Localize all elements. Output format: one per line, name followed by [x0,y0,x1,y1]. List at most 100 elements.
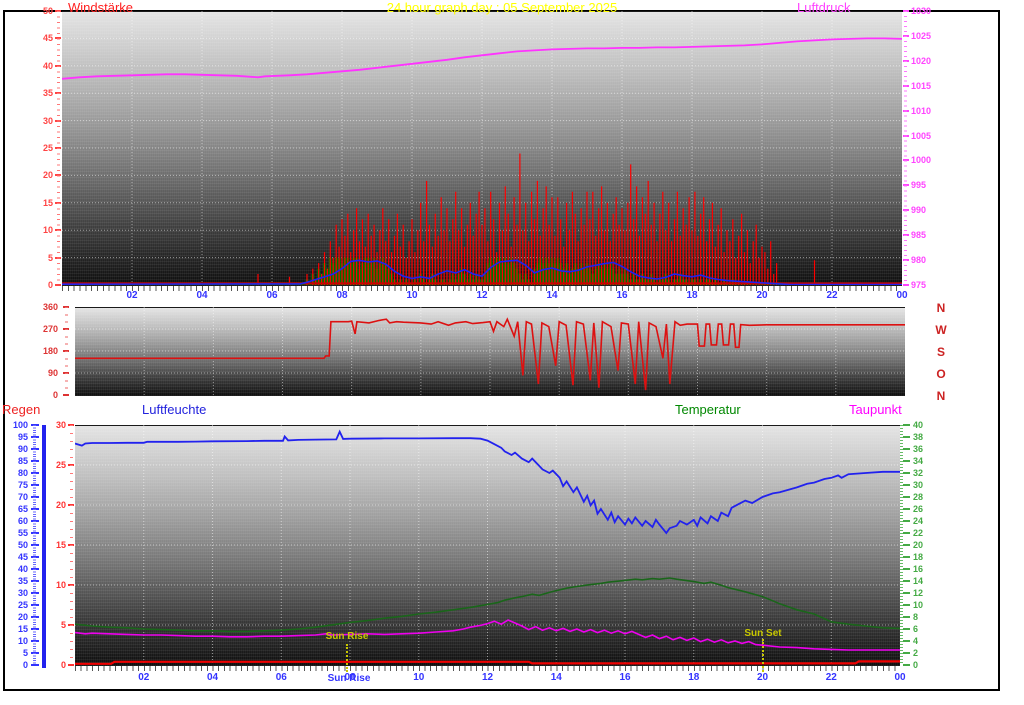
pressure-axis-label: 980 [911,255,927,266]
chart3-xaxis-minor-ticks [75,666,900,671]
pressure-label: Luftdruck [797,0,851,15]
temperature-axis-tick [903,520,910,522]
sunset-line [762,639,764,672]
temperature-axis-minor-ticks [900,425,903,665]
chart1-xaxis-label: 20 [756,290,768,301]
chart1-xaxis-label: 12 [476,290,488,301]
rain-label: Regen [2,402,41,417]
humidity-axis-label: 100 [12,420,28,430]
direction-axis-label: 180 [42,346,58,356]
direction-axis-minor-ticks [65,307,68,395]
chart1-xaxis-label: 22 [826,290,838,301]
pressure-axis-label: 1020 [911,55,932,66]
humidity-axis-label: 25 [17,600,28,610]
chart3-xaxis-label: 12 [481,672,494,683]
humidity-axis-label: 40 [17,564,28,574]
chart3-xaxis-label: 06 [275,672,287,683]
temperature-axis-tick [903,592,910,594]
wind-axis-label: 25 [42,143,53,153]
wind-axis-label: 35 [42,88,53,99]
compass-letter: N [936,301,946,315]
compass-letter: N [936,389,946,403]
weather-graph-page: Windstärke 24 hour graph day : 05 Septem… [0,0,1024,705]
chart1-xaxis-label: 00 [896,290,908,301]
chart3-xaxis-label: 18 [688,672,700,683]
humidity-axis-label: 50 [17,540,28,550]
humidity-axis-label: 0 [22,660,28,670]
wind-strength-label: Windstärke [68,0,134,15]
temperature-axis-label: 8 [913,612,919,622]
wind-axis-minor-ticks [57,11,60,285]
chart3-xaxis-label: 04 [206,672,219,683]
temperature-label: Temperatur [675,402,741,417]
temperature-axis-label: 22 [913,528,924,538]
humidity-axis-label: 30 [17,588,28,598]
chart1-xaxis-label: 06 [266,290,278,301]
temperature-axis-tick [903,508,910,510]
chart1-xaxis-label: 08 [336,290,348,301]
humidity-axis-label: 15 [17,624,28,634]
chart3-xaxis-label: 14 [550,672,562,683]
temperature-axis-label: 20 [913,540,924,550]
temperature-axis-label: 12 [913,588,924,598]
humidity-axis-label: 65 [17,504,28,514]
humidity-axis-label: 20 [17,612,28,622]
chart1-xaxis-label: 04 [196,290,208,301]
sunset-marker-label: Sun Set [744,628,782,639]
pressure-axis-label: 985 [911,230,927,241]
chart1-xaxis-label: 10 [406,290,418,301]
temperature-axis-tick [903,568,910,570]
humidity-axis-label: 55 [17,528,28,538]
dewpoint-label: Taupunkt [849,402,902,417]
wind-direction-svg [75,307,905,395]
temperature-axis-label: 10 [913,600,924,610]
pressure-axis-label: 1030 [911,6,932,16]
chart1-xaxis-label: 02 [126,290,138,301]
temperature-axis-label: 38 [913,432,924,442]
compass-letter: S [936,345,945,359]
rain-axis-label: 30 [55,420,66,430]
rain-series [75,660,900,665]
wind-axis-label: 30 [42,115,53,126]
graph-title: 24 hour graph day : 05 September 2025 [386,0,618,15]
wind-axis-label: 45 [42,33,53,44]
rain-axis-minor-ticks [70,425,73,665]
temperature-axis-label: 16 [913,564,924,574]
temperature-axis-tick [903,616,910,618]
temperature-axis-tick [903,544,910,546]
humidity-axis-label: 70 [17,492,28,502]
temperature-axis-label: 40 [913,420,924,430]
pressure-axis-label: 1005 [911,130,932,141]
temperature-axis-tick [903,604,910,606]
temperature-axis-label: 0 [913,660,919,670]
temperature-axis-tick [903,448,910,450]
chart3-xaxis-label: 22 [825,672,837,683]
rain-axis-label: 25 [55,460,66,470]
temperature-axis-label: 34 [913,456,924,466]
humidity-label: Luftfeuchte [142,402,207,417]
temperature-axis-tick [903,436,910,438]
wind-axis-label: 0 [47,280,53,290]
sunrise-line [346,644,348,672]
chart1-xaxis-label: 14 [546,290,558,301]
temperature-axis-label: 6 [913,624,919,634]
humidity-axis-label: 95 [17,432,28,442]
pressure-axis-label: 990 [911,205,927,216]
direction-axis-label: 270 [42,324,58,334]
temperature-axis-tick [903,628,910,630]
humidity-axis-label: 45 [17,552,28,562]
temperature-axis-tick [903,496,910,498]
wind-axis-label: 20 [42,170,53,181]
wind-axis-label: 5 [47,252,53,263]
chart3-xaxis-label: 16 [619,672,631,683]
pressure-axis-label: 1010 [911,105,932,116]
temperature-axis-label: 2 [913,648,919,658]
chart1-xaxis-label: 18 [686,290,698,301]
compass-letter: W [935,323,947,337]
rain-axis-label: 5 [60,620,66,630]
pressure-axis-minor-ticks [904,11,907,285]
temperature-axis-label: 30 [913,480,924,490]
temperature-axis-tick [903,556,910,558]
sunrise-axis-label: Sun Rise [327,673,371,684]
humidity-axis-label: 90 [17,444,28,454]
